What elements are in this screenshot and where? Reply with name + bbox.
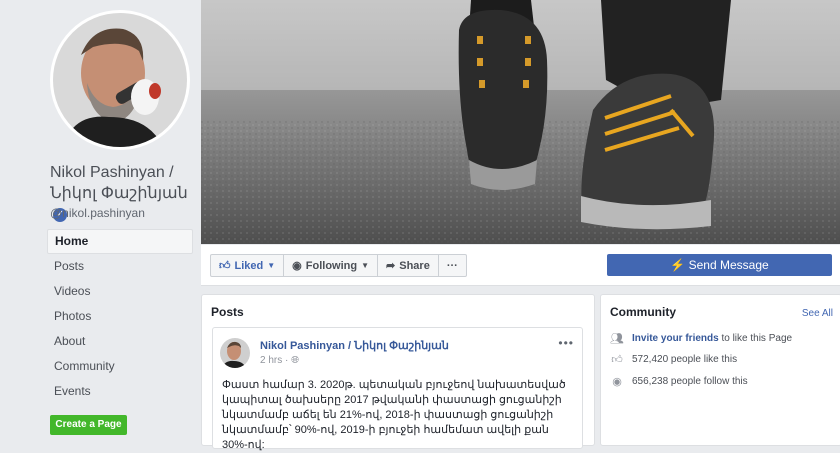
thumbs-up-icon: 👍︎ [219, 260, 231, 272]
globe-icon: 🌐︎ [291, 355, 300, 366]
invite-friends-text: to like this Page [721, 332, 793, 344]
post-author-avatar[interactable] [220, 338, 250, 368]
nav-item-events[interactable]: Events [47, 379, 193, 404]
rss-icon: ◉ [612, 376, 622, 388]
following-label: Following [305, 259, 358, 272]
follows-row: ◉ 656,238 people follow this [610, 375, 748, 389]
invite-friends-row: 👥︎ Invite your friends to like this Page [610, 332, 793, 346]
see-all-link[interactable]: See All [802, 308, 833, 319]
chevron-down-icon: ▼ [267, 261, 276, 270]
liked-button[interactable]: 👍︎ Liked ▼ [211, 255, 285, 276]
profile-picture[interactable] [53, 13, 187, 147]
more-options-button[interactable]: ··· [439, 255, 466, 276]
likes-row: 👍︎ 572,420 people like this [610, 353, 738, 367]
action-buttons: 👍︎ Liked ▼ ◉ Following ▼ ➦ Share ··· [210, 254, 467, 277]
cover-photo[interactable] [201, 0, 840, 244]
send-message-button[interactable]: ⚡ Send Message [607, 254, 832, 276]
likes-count: 572,420 people like this [632, 353, 738, 365]
share-button[interactable]: ➦ Share [378, 255, 439, 276]
thumbs-up-icon: 👍︎ [611, 354, 623, 366]
messenger-icon: ⚡ [670, 258, 686, 272]
rss-icon: ◉ [292, 260, 302, 272]
add-friends-icon: 👥︎ [610, 333, 624, 345]
page-name-armenian[interactable]: Նիկոլ Փաշինյան [50, 185, 188, 202]
posts-panel: Posts Nikol Pashinyan / Նիկոլ Փաշինյան 2… [201, 294, 595, 451]
nav-item-posts[interactable]: Posts [47, 254, 193, 279]
community-title: Community [610, 305, 676, 319]
nav-item-about[interactable]: About [47, 329, 193, 354]
post-card: Nikol Pashinyan / Նիկոլ Փաշինյան 2 hrs ·… [212, 327, 583, 451]
follows-count: 656,238 people follow this [632, 375, 748, 387]
page-action-bar: 👍︎ Liked ▼ ◉ Following ▼ ➦ Share ··· ⚡ S… [201, 245, 840, 286]
nav-item-videos[interactable]: Videos [47, 279, 193, 304]
left-sidebar: Nikol Pashinyan / Նիկոլ Փաշինյան✓ @nikol… [0, 0, 200, 442]
page-nav: Home Posts Videos Photos About Community… [47, 229, 193, 404]
nav-item-community[interactable]: Community [47, 354, 193, 379]
page-handle[interactable]: @nikol.pashinyan [50, 206, 145, 220]
send-message-label: Send Message [688, 258, 769, 272]
profile-picture-frame[interactable] [50, 10, 190, 150]
chevron-down-icon: ▼ [361, 261, 370, 270]
create-page-button[interactable]: Create a Page [50, 415, 127, 435]
post-timestamp[interactable]: 2 hrs [260, 355, 282, 366]
page-name-latin[interactable]: Nikol Pashinyan / [50, 162, 200, 183]
invite-friends-link[interactable]: Invite your friends [632, 333, 719, 344]
nav-item-photos[interactable]: Photos [47, 304, 193, 329]
nav-item-home[interactable]: Home [47, 229, 193, 254]
post-author-name[interactable]: Nikol Pashinyan / Նիկոլ Փաշինյան [260, 339, 449, 352]
following-button[interactable]: ◉ Following ▼ [284, 255, 379, 276]
post-meta: 2 hrs · 🌐︎ [260, 355, 299, 366]
posts-title: Posts [211, 305, 244, 319]
share-label: Share [399, 259, 430, 272]
community-panel: Community See All 👥︎ Invite your friends… [600, 294, 840, 446]
post-options-button[interactable]: ••• [558, 336, 574, 350]
share-arrow-icon: ➦ [386, 260, 396, 272]
liked-label: Liked [234, 259, 264, 272]
